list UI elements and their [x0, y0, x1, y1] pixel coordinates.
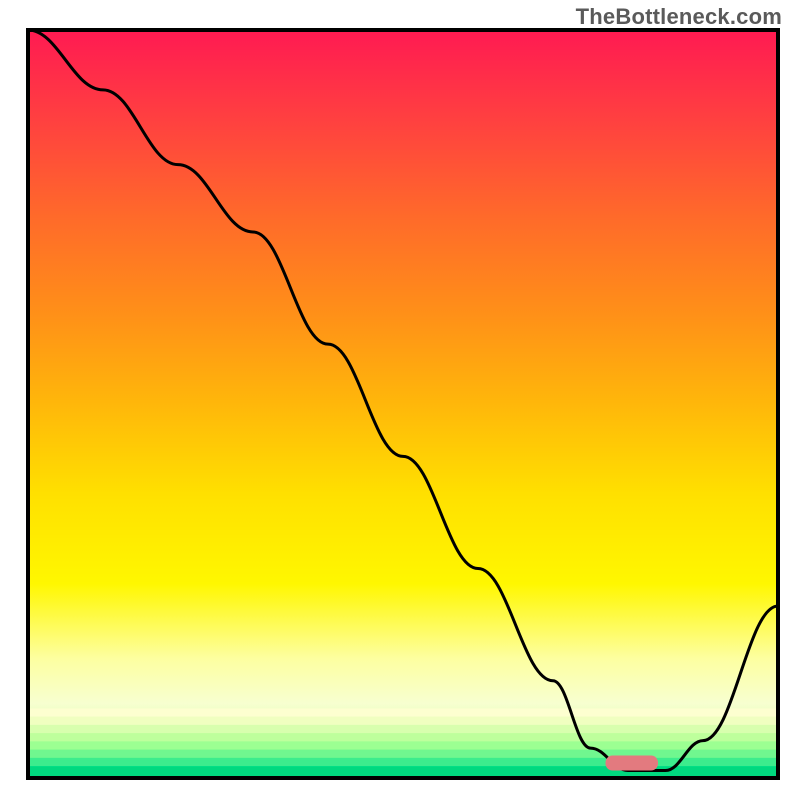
bottleneck-chart	[0, 0, 800, 800]
gradient-background	[28, 30, 778, 778]
optimal-marker	[606, 756, 659, 771]
green-band-group	[28, 708, 778, 778]
watermark-text: TheBottleneck.com	[576, 4, 782, 30]
chart-container: { "watermark": "TheBottleneck.com", "cha…	[0, 0, 800, 800]
